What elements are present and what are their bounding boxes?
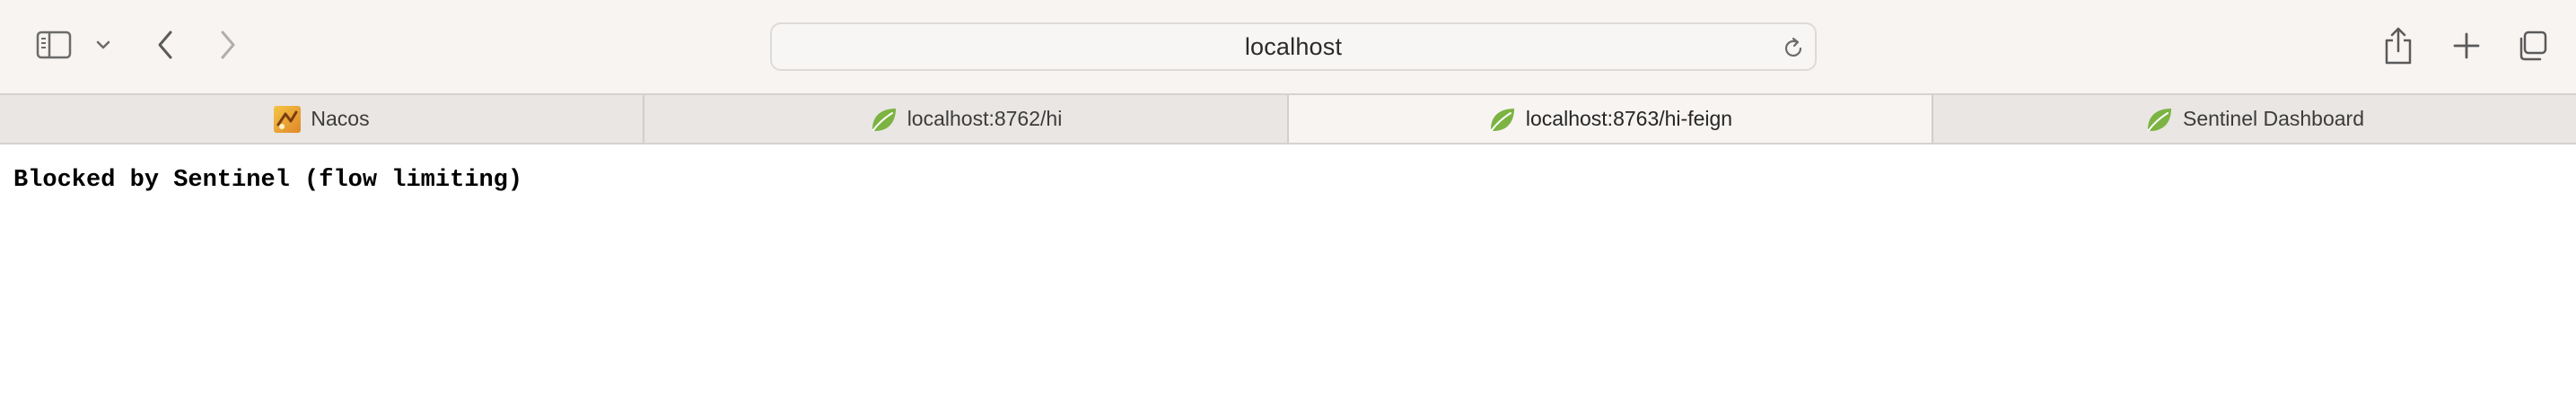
spring-leaf-icon — [1488, 105, 1517, 134]
tab-nacos[interactable]: Nacos — [0, 95, 644, 143]
tab-label: localhost:8762/hi — [907, 107, 1063, 130]
chevron-down-icon[interactable] — [92, 34, 115, 56]
tab-overview-icon[interactable] — [2513, 27, 2551, 65]
page-content: Blocked by Sentinel (flow limiting) — [0, 144, 2576, 420]
spring-leaf-icon — [2145, 105, 2174, 134]
forward-arrow-icon[interactable] — [210, 25, 246, 65]
blocked-message: Blocked by Sentinel (flow limiting) — [13, 167, 523, 194]
tab-hi[interactable]: localhost:8762/hi — [644, 95, 1289, 143]
tab-label: Nacos — [311, 107, 370, 130]
browser-toolbar: localhost — [0, 0, 2576, 94]
back-arrow-icon[interactable] — [147, 25, 183, 65]
plus-icon[interactable] — [2449, 28, 2484, 64]
tab-hi-feign[interactable]: localhost:8763/hi-feign — [1289, 95, 1933, 143]
tab-bar: Nacos localhost:8762/hi localhost:8763/h… — [0, 93, 2576, 144]
address-text: localhost — [1244, 32, 1343, 60]
nacos-favicon — [273, 105, 302, 134]
share-icon[interactable] — [2380, 23, 2416, 68]
address-bar[interactable]: localhost — [770, 22, 1817, 71]
tab-sentinel-dashboard[interactable]: Sentinel Dashboard — [1933, 95, 2576, 143]
sidebar-icon[interactable] — [32, 27, 75, 63]
tab-label: Sentinel Dashboard — [2182, 107, 2365, 130]
tab-label: localhost:8763/hi-feign — [1525, 107, 1733, 130]
reload-icon[interactable] — [1781, 36, 1806, 61]
spring-leaf-icon — [870, 105, 898, 134]
